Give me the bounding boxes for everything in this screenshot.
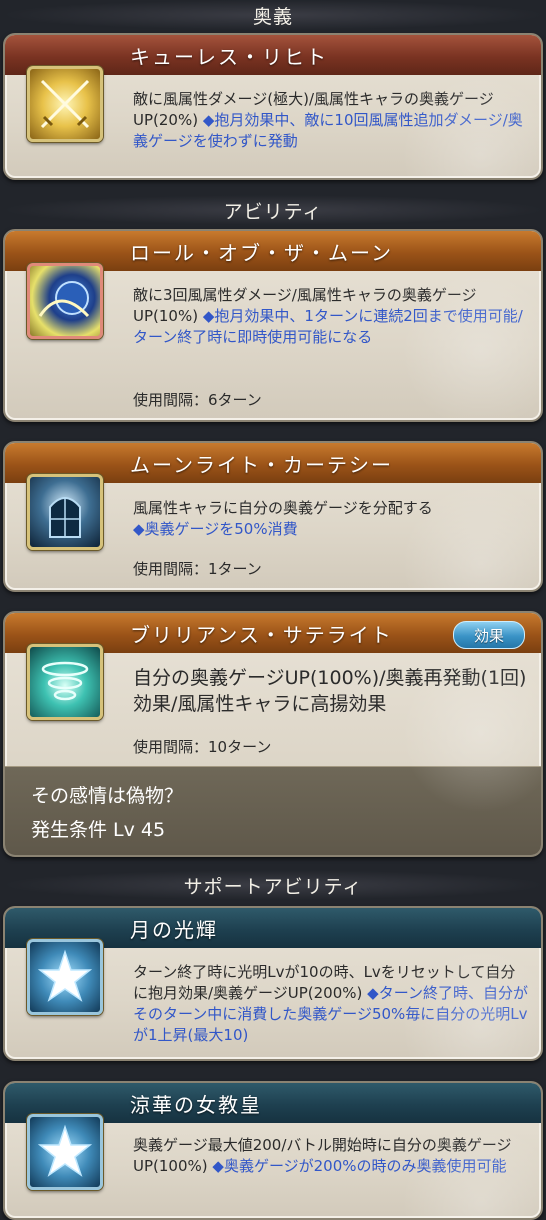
ability-card-3[interactable]: ブリリアンス・サテライト 効果 自分の奥義ゲージUP(100%)/奥義再発動(1… bbox=[3, 611, 543, 857]
section-title: アビリティ bbox=[223, 200, 323, 223]
ability-desc-text: 風属性キャラに自分の奥義ゲージを分配する bbox=[133, 499, 433, 517]
ability-cooldown: 使用間隔：1ターン bbox=[133, 560, 262, 578]
support-desc-highlight: ◆奥義ゲージが200%の時のみ奥義使用可能 bbox=[212, 1157, 507, 1175]
support-name: 月の光輝 bbox=[130, 917, 218, 942]
ability-cooldown: 使用間隔：10ターン bbox=[133, 738, 272, 756]
ability-card-2[interactable]: ムーンライト・カーテシー 風属性キャラに自分の奥義ゲージを分配する ◆奥義ゲージ… bbox=[3, 441, 543, 592]
ougi-name: キューレス・リヒト bbox=[130, 44, 328, 69]
ability-name: ブリリアンス・サテライト bbox=[130, 622, 393, 647]
ability-description: 敵に3回風属性ダメージ/風属性キャラの奥義ゲージUP(10%) ◆抱月効果中、1… bbox=[133, 285, 529, 348]
moonlit-window-icon bbox=[27, 474, 103, 550]
ability-desc-highlight: ◆奥義ゲージを50%消費 bbox=[133, 520, 298, 538]
star-icon bbox=[27, 939, 103, 1015]
ability-name: ムーンライト・カーテシー bbox=[130, 452, 393, 477]
cyclone-icon bbox=[27, 644, 103, 720]
section-title: サポートアビリティ bbox=[183, 875, 363, 898]
section-header-support: サポートアビリティ bbox=[0, 870, 546, 900]
support-card-2[interactable]: 涼華の女教皇 奥義ゲージ最大値200/バトル開始時に自分の奥義ゲージUP(100… bbox=[3, 1081, 543, 1220]
crossed-swords-icon bbox=[27, 66, 103, 142]
ougi-description: 敵に風属性ダメージ(極大)/風属性キャラの奥義ゲージUP(20%) ◆抱月効果中… bbox=[133, 89, 529, 152]
unlock-condition-panel: その感情は偽物？ 発生条件 Lv 45 bbox=[5, 766, 541, 855]
section-title: 奥義 bbox=[252, 5, 293, 28]
section-header-ougi: 奥義 bbox=[0, 0, 546, 30]
star-icon bbox=[27, 1114, 103, 1190]
section-header-ability: アビリティ bbox=[0, 195, 546, 225]
ability-cooldown: 使用間隔：6ターン bbox=[133, 391, 262, 409]
moon-orb-icon bbox=[27, 263, 103, 339]
condition-requirement: 発生条件 Lv 45 bbox=[31, 819, 166, 841]
ability-desc-text: 自分の奥義ゲージUP(100%)/奥義再発動(1回)効果/風属性キャラに高揚効果 bbox=[133, 667, 527, 715]
condition-title: その感情は偽物？ bbox=[31, 785, 184, 807]
support-description: ターン終了時に光明Lvが10の時、Lvをリセットして自分に抱月効果/奥義ゲージU… bbox=[133, 962, 529, 1046]
support-name: 涼華の女教皇 bbox=[130, 1092, 262, 1117]
support-description: 奥義ゲージ最大値200/バトル開始時に自分の奥義ゲージUP(100%) ◆奥義ゲ… bbox=[133, 1135, 529, 1177]
ability-description: 風属性キャラに自分の奥義ゲージを分配する ◆奥義ゲージを50%消費 bbox=[133, 498, 529, 540]
ability-name: ロール・オブ・ザ・ムーン bbox=[130, 240, 393, 265]
ougi-card[interactable]: キューレス・リヒト 敵に風属性ダメージ(極大)/風属性キャラの奥義ゲージUP(2… bbox=[3, 33, 543, 180]
ability-card-1[interactable]: ロール・オブ・ザ・ムーン 敵に3回風属性ダメージ/風属性キャラの奥義ゲージUP(… bbox=[3, 229, 543, 422]
support-card-1[interactable]: 月の光輝 ターン終了時に光明Lvが10の時、Lvをリセットして自分に抱月効果/奥… bbox=[3, 906, 543, 1061]
effect-badge-button[interactable]: 効果 bbox=[453, 621, 525, 649]
ability-description: 自分の奥義ゲージUP(100%)/奥義再発動(1回)効果/風属性キャラに高揚効果 bbox=[133, 665, 529, 717]
